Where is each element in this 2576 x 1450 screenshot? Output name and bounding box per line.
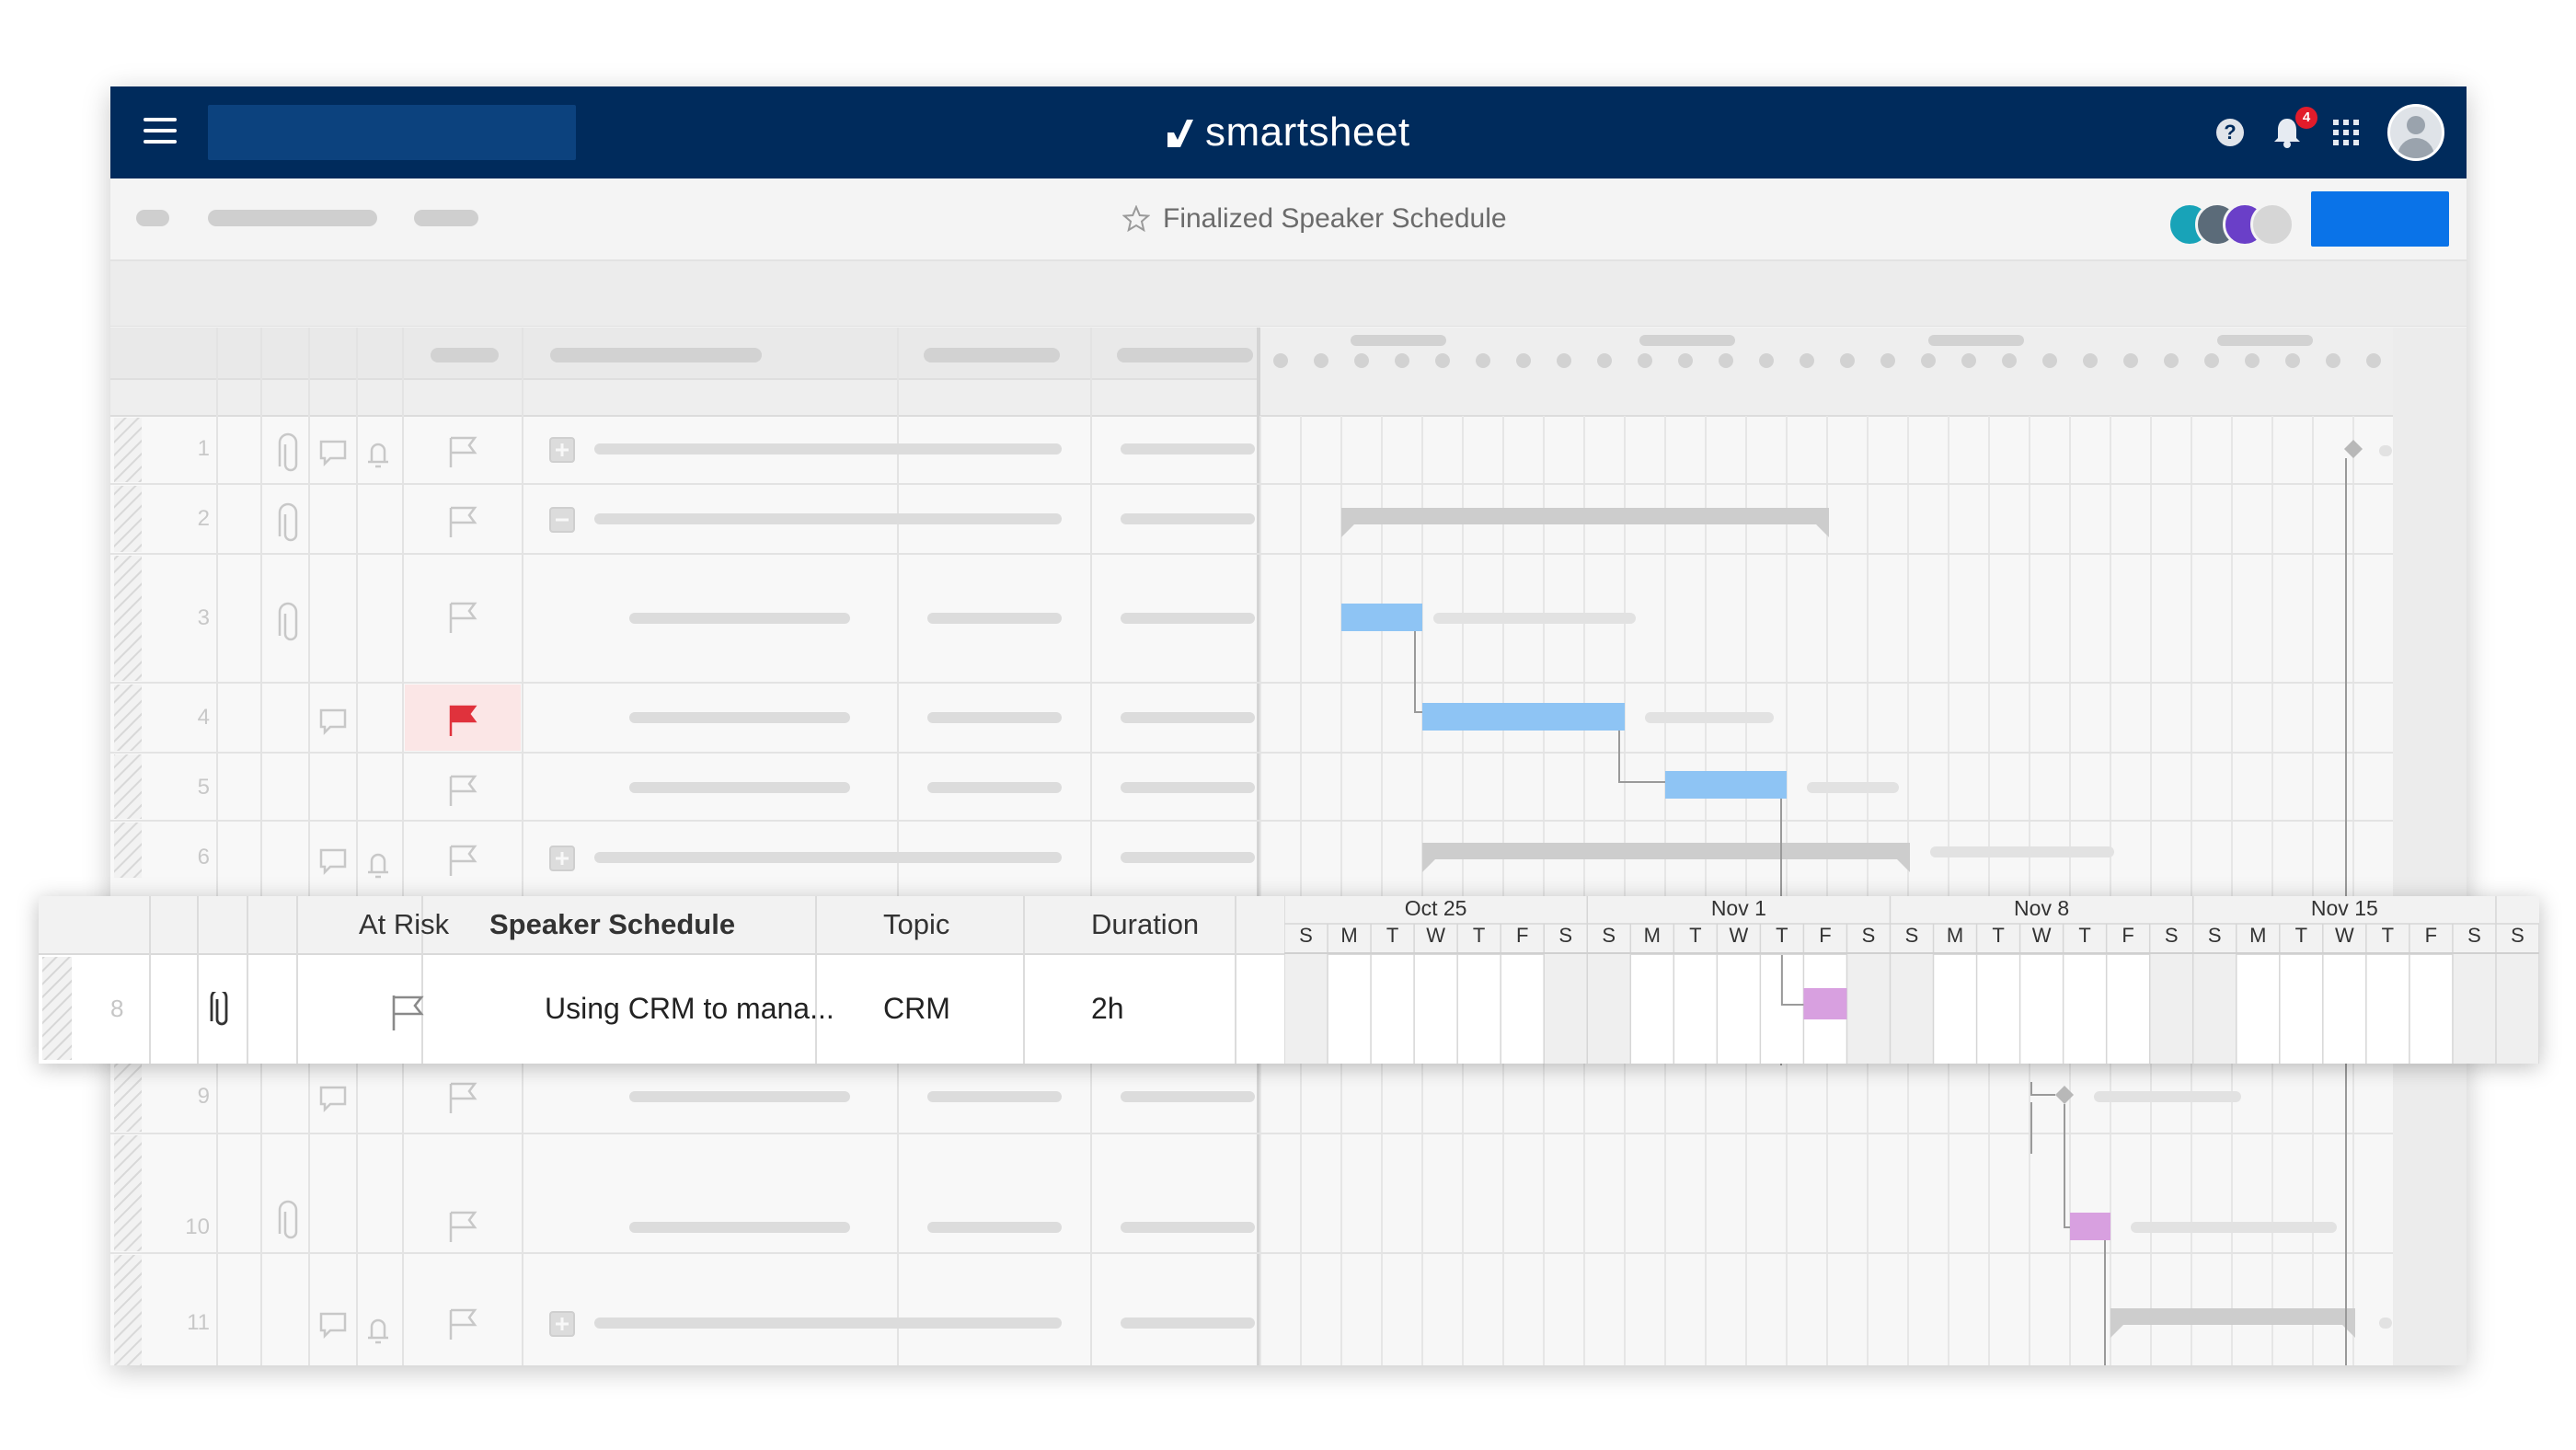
hamburger-menu-icon[interactable] — [144, 118, 177, 145]
gantt-day-label: M — [1643, 924, 1661, 947]
highlighted-row-popout: At Risk Speaker Schedule Topic Duration … — [39, 896, 2539, 1064]
gantt-day-label: M — [1340, 924, 1358, 947]
gantt-day-label: T — [1992, 924, 2005, 947]
gantt-day-label: S — [1558, 924, 1573, 947]
at-risk-header[interactable]: At Risk — [359, 896, 449, 953]
toolbar — [110, 261, 2467, 327]
notification-count-badge: 4 — [2295, 107, 2317, 129]
help-icon[interactable]: ? — [2216, 119, 2244, 146]
gantt-day-label: F — [1819, 924, 1832, 947]
smartsheet-logo-icon — [1167, 118, 1193, 147]
row-number: 9 — [197, 1084, 210, 1109]
speaker-schedule-header[interactable]: Speaker Schedule — [489, 896, 735, 953]
gantt-day-label: W — [1426, 924, 1445, 947]
gantt-day-label: S — [1904, 924, 1919, 947]
share-button[interactable] — [2311, 191, 2449, 247]
user-avatar[interactable] — [2387, 104, 2444, 161]
gantt-day-label: F — [1515, 924, 1529, 947]
gantt-day-label: W — [2031, 924, 2052, 947]
gantt-day-label: T — [1689, 924, 1702, 947]
row-number-column — [39, 896, 151, 1064]
gantt-day-label: S — [1602, 924, 1616, 947]
gantt-day-label: T — [2078, 924, 2091, 947]
gantt-week-label: Oct 25 — [1404, 896, 1467, 920]
gantt-day-label: T — [1386, 924, 1399, 947]
smartsheet-logo: smartsheet — [1165, 103, 1410, 162]
gantt-day-label: W — [2334, 924, 2354, 947]
notifications-button[interactable]: 4 — [2271, 107, 2317, 149]
row-number: 5 — [197, 775, 210, 800]
gantt-day-label: S — [1299, 924, 1313, 947]
duration-header[interactable]: Duration — [1091, 896, 1199, 953]
gantt-day-label: T — [1472, 924, 1486, 947]
top-right-tools: ? 4 — [2216, 103, 2444, 162]
gantt-day-label: T — [2381, 924, 2395, 947]
sheet-title-area: Finalized Speaker Schedule — [1122, 199, 1507, 239]
gantt-day-label: M — [2249, 924, 2267, 947]
star-icon[interactable] — [1122, 205, 1150, 233]
topic-header[interactable]: Topic — [883, 896, 949, 953]
row-number: 11 — [187, 1310, 210, 1335]
gantt-timeline: Oct 25 Nov 1 Nov 8 Nov 15 S M T W T F S S M T W T F S S M T… — [1284, 896, 2539, 1064]
gantt-week-label: Nov 1 — [1710, 896, 1766, 920]
gantt-day-label: M — [1946, 924, 1964, 947]
sheet-title: Finalized Speaker Schedule — [1163, 203, 1507, 234]
duration-cell[interactable]: 2h — [1091, 953, 1124, 1064]
sheet-header-bar: Finalized Speaker Schedule — [110, 178, 2467, 261]
row-number: 3 — [197, 605, 210, 630]
speaker-schedule-cell[interactable]: Using CRM to mana... — [545, 953, 834, 1064]
gantt-week-label: Nov 15 — [2310, 896, 2378, 920]
gantt-day-label: F — [2424, 924, 2438, 947]
top-navigation-bar: smartsheet ? 4 — [110, 86, 2467, 178]
placeholder-bar — [136, 210, 169, 226]
avatar — [2250, 202, 2294, 247]
comments-column — [199, 896, 248, 1064]
search-box[interactable] — [208, 105, 576, 160]
reminders-column — [248, 896, 298, 1064]
gantt-day-label: W — [1729, 924, 1749, 947]
smartsheet-window: smartsheet ? 4 Finalized Speaker Schedul… — [110, 86, 2467, 1365]
flag-icon[interactable] — [390, 994, 427, 1032]
grid-background — [110, 328, 2467, 1365]
placeholder-bar — [414, 210, 478, 226]
row-number: 2 — [197, 506, 210, 531]
gantt-task-bar[interactable] — [1803, 988, 1847, 1019]
gantt-day-label: T — [2294, 924, 2308, 947]
paperclip-icon[interactable] — [210, 992, 234, 1029]
sheet-grid: 1 2 3 4 5 6 9 10 11 — [110, 328, 2467, 1365]
row-number: 1 — [197, 436, 210, 461]
row-number: 4 — [197, 705, 210, 730]
gantt-day-label: T — [1776, 924, 1788, 947]
row-number: 10 — [185, 1214, 210, 1239]
row-number: 8 — [110, 994, 124, 1022]
gantt-day-label: S — [2164, 924, 2179, 947]
gantt-day-label: S — [2207, 924, 2222, 947]
gantt-day-label: S — [2467, 924, 2481, 947]
attachments-column — [151, 896, 199, 1064]
gantt-day-label: F — [2122, 924, 2134, 947]
brand-name: smartsheet — [1205, 109, 1410, 155]
apps-grid-icon[interactable] — [2332, 119, 2360, 146]
gantt-day-label: S — [1861, 924, 1876, 947]
topic-cell[interactable]: CRM — [883, 953, 950, 1064]
row-number: 6 — [197, 845, 210, 869]
gantt-week-label: Nov 8 — [2014, 896, 2070, 920]
gantt-day-label: S — [2511, 924, 2524, 947]
placeholder-bar — [208, 210, 377, 226]
